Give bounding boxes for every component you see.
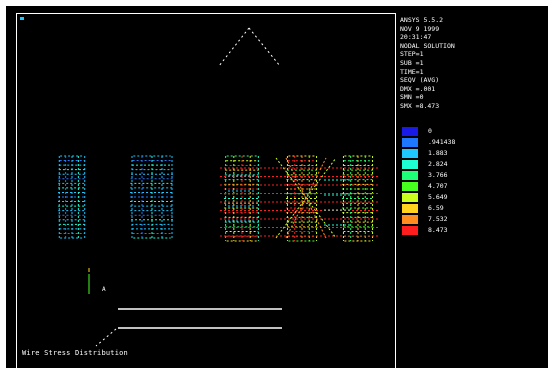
legend-value: 8.473 bbox=[428, 226, 448, 234]
smx-text: SMX =8.473 bbox=[400, 101, 440, 110]
step-text: STEP=1 bbox=[400, 50, 424, 59]
legend-value: 2.824 bbox=[428, 160, 448, 168]
legend-value: 3.766 bbox=[428, 171, 448, 179]
legend-row: 8.473 bbox=[400, 225, 544, 236]
legend-row: 4.707 bbox=[400, 181, 544, 192]
legend-swatch bbox=[402, 193, 418, 202]
time-value-text: TIME=1 bbox=[400, 67, 424, 76]
contour-legend: 0 .941438 1.883 2.824 3.766 4.707 5.649 … bbox=[400, 126, 544, 236]
time-text: 20:31:47 bbox=[400, 33, 432, 42]
legend-row: 1.883 bbox=[400, 148, 544, 159]
legend-swatch bbox=[402, 204, 418, 213]
legend-row: .941438 bbox=[400, 137, 544, 148]
legend-row: 0 bbox=[400, 126, 544, 137]
legend-swatch bbox=[402, 171, 418, 180]
graphics-viewport[interactable]: A ANSYS 5.5.2 NOV 9 1999 20:31:47 NODAL … bbox=[6, 6, 548, 368]
dmx-text: DMX =.001 bbox=[400, 84, 436, 93]
legend-swatch bbox=[402, 215, 418, 224]
legend-value: .941438 bbox=[428, 138, 456, 146]
legend-value: 5.649 bbox=[428, 193, 448, 201]
legend-row: 3.766 bbox=[400, 170, 544, 181]
legend-swatch bbox=[402, 160, 418, 169]
legend-row: 2.824 bbox=[400, 159, 544, 170]
legend-row: 7.532 bbox=[400, 214, 544, 225]
legend-row: 5.649 bbox=[400, 192, 544, 203]
legend-value: 0 bbox=[428, 127, 432, 135]
legend-value: 4.707 bbox=[428, 182, 448, 190]
date-text: NOV 9 1999 bbox=[400, 24, 440, 33]
legend-value: 7.532 bbox=[428, 215, 448, 223]
legend-swatch bbox=[402, 149, 418, 158]
substep-text: SUB =1 bbox=[400, 58, 424, 67]
legend-value: 1.883 bbox=[428, 149, 448, 157]
legend-swatch bbox=[402, 226, 418, 235]
legend-panel: ANSYS 5.5.2 NOV 9 1999 20:31:47 NODAL SO… bbox=[400, 16, 544, 236]
graphics-window-frame bbox=[16, 13, 396, 368]
legend-row: 6.59 bbox=[400, 203, 544, 214]
legend-swatch bbox=[402, 127, 418, 136]
result-item: SEQV (AVG) bbox=[400, 76, 440, 85]
legend-swatch bbox=[402, 138, 418, 147]
smn-text: SMN =0 bbox=[400, 93, 424, 102]
solution-type: NODAL SOLUTION bbox=[400, 41, 455, 50]
legend-swatch bbox=[402, 182, 418, 191]
plot-caption: Wire Stress Distribution bbox=[22, 349, 128, 357]
legend-value: 6.59 bbox=[428, 204, 444, 212]
product-title: ANSYS 5.5.2 bbox=[400, 16, 444, 24]
